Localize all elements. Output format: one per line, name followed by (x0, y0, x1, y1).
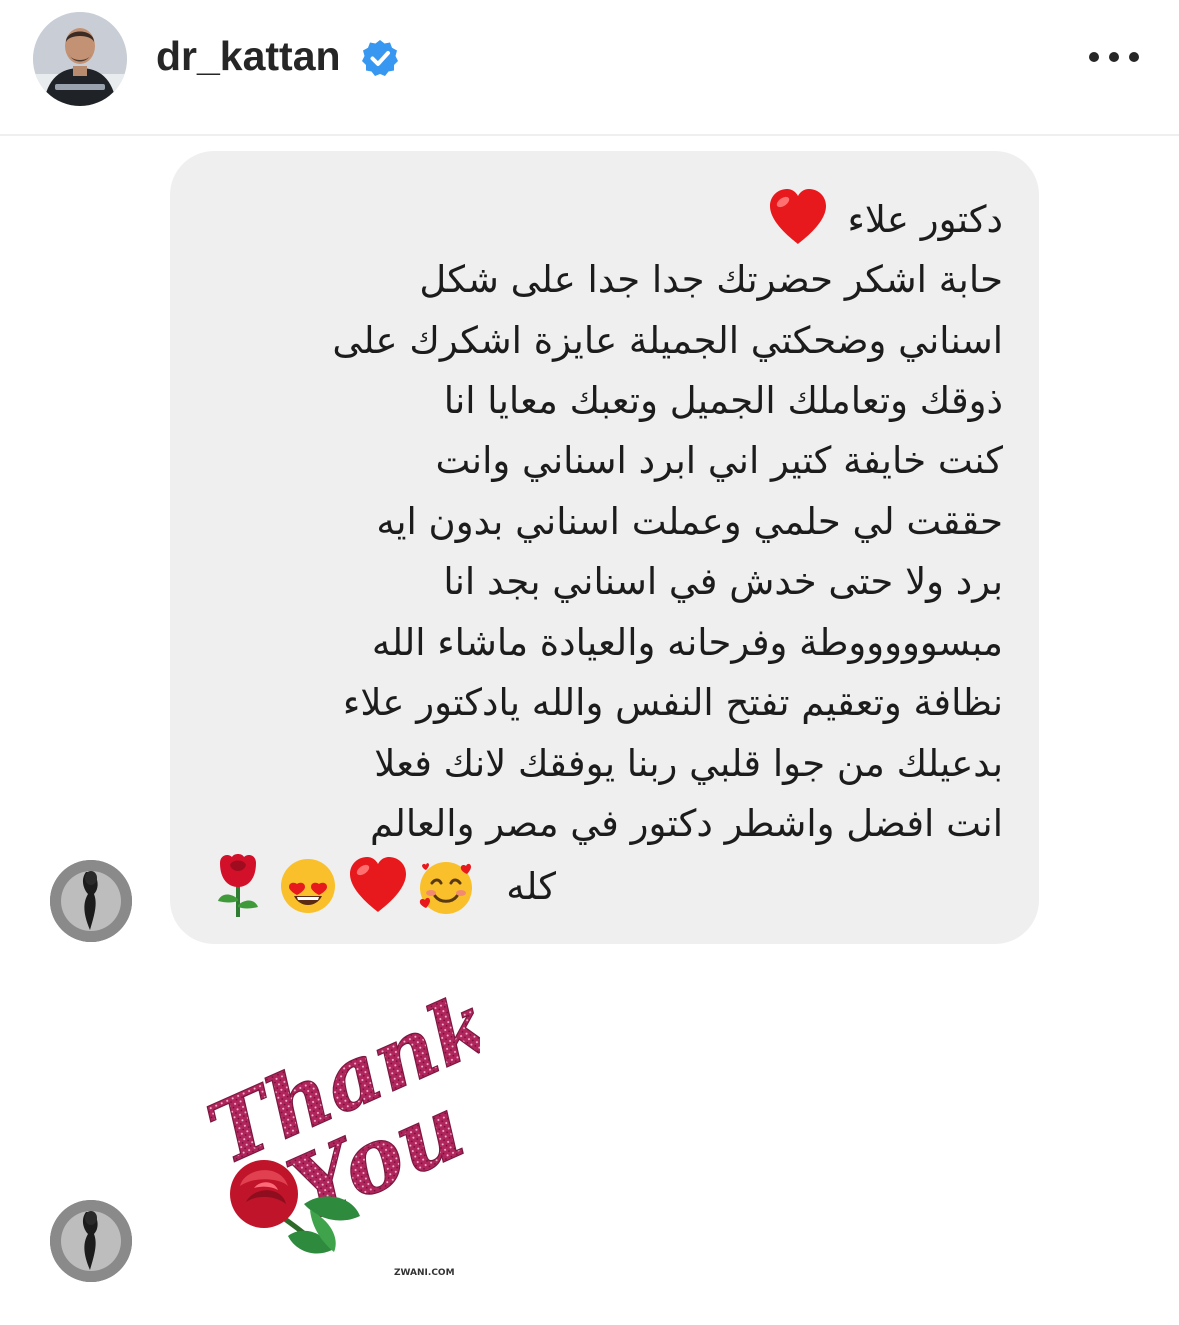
verified-badge-icon (362, 40, 398, 76)
message-greeting-line: دكتور علاء (170, 188, 1039, 246)
sender-avatar[interactable] (50, 860, 132, 942)
heart-icon (350, 857, 406, 912)
heart-emoji-icon (769, 189, 826, 244)
sender-avatar[interactable] (50, 1200, 132, 1282)
username[interactable]: dr_kattan (156, 30, 341, 82)
message-bubble[interactable]: دكتور علاء حابة اشكر حضرتك جدا جدا على ش… (170, 151, 1039, 944)
message-line: حابة اشكر حضرتك جدا جدا على شكل (419, 258, 1003, 301)
chat-header: dr_kattan (0, 0, 1179, 136)
message-line: نظافة وتعقيم تفتح النفس والله يادكتور عل… (342, 681, 1003, 724)
message-line: مبسوووووطة وفرحانه والعيادة ماشاء الله (371, 621, 1003, 664)
thank-you-sticker[interactable]: Thank You ZWANI.COM (184, 972, 506, 1286)
profile-photo-icon (33, 12, 127, 106)
smiling-face-with-hearts-icon (419, 862, 472, 914)
sender-photo-icon (50, 860, 132, 942)
heart-eyes-icon (281, 859, 335, 913)
message-line: حققت لي حلمي وعملت اسناني بدون ايه (376, 500, 1003, 543)
message-line: اسناني وضحكتي الجميلة عايزة اشكرك على (332, 319, 1003, 362)
profile-avatar[interactable] (33, 12, 127, 106)
message-line: بدعيلك من جوا قلبي ربنا يوفقك لانك فعلا (374, 742, 1003, 785)
chat-screen: dr_kattan دكتور علاء حابة اشكر حضرتك جدا… (0, 0, 1179, 1325)
message-line: برد ولا حتى خدش في اسناني بجد انا (443, 560, 1003, 603)
greeting-text: دكتور علاء (847, 198, 1003, 241)
thank-you-sticker-image: Thank You ZWANI.COM (193, 972, 506, 1278)
more-options-icon[interactable] (1086, 40, 1142, 74)
rose-icon (218, 854, 258, 917)
sticker-watermark: ZWANI.COM (394, 1268, 455, 1278)
message-line: انت افضل واشطر دكتور في مصر والعالم (370, 802, 1003, 845)
message-line: كنت خايفة كتير اني ابرد اسناني وانت (435, 439, 1003, 482)
sender-photo-icon (50, 1200, 132, 1282)
message-line: ذوقك وتعاملك الجميل وتعبك معايا انا (443, 379, 1003, 422)
